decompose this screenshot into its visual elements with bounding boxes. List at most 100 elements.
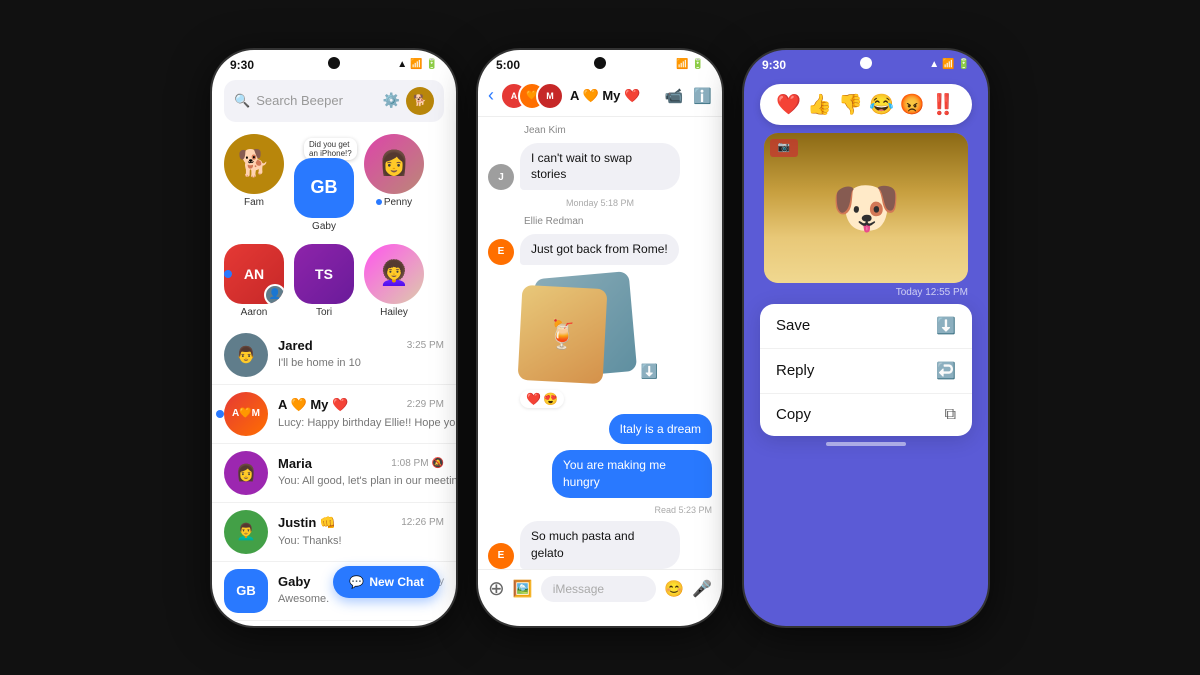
copy-icon: ⧉ <box>945 406 956 424</box>
context-menu: Save ⬇️ Reply ↩️ Copy ⧉ <box>760 304 972 436</box>
chat-preview-maria: You: All good, let's plan in our meeting… <box>278 475 458 487</box>
phone-3: 9:30 ▲ 📶 🔋 ❤️ 👍 👎 😂 😡 ‼️ 🐶 📷 Today 12:55… <box>742 48 990 628</box>
settings-icon[interactable]: ⚙️ <box>383 92 400 109</box>
reaction-laugh[interactable]: 😂 <box>869 92 894 117</box>
story-hailey[interactable]: 👩‍🦱 Hailey <box>364 244 424 318</box>
bubble-ellie-1: Just got back from Rome! <box>520 234 679 265</box>
status-bar-2: 5:00 📶 🔋 <box>478 50 722 76</box>
message-input[interactable]: iMessage <box>541 576 656 602</box>
sender-name-jean: Jean Kim <box>488 125 712 136</box>
chat-info-maria: Maria 1:08 PM 🔕 You: All good, let's pla… <box>278 456 444 489</box>
search-icon: 🔍 <box>234 93 250 109</box>
phone-1: 9:30 ▲ 📶 🔋 🔍 Search Beeper ⚙️ 🐕 🐕 Fam Di… <box>210 48 458 628</box>
bubble-ellie-2: So much pasta and gelato <box>520 521 680 569</box>
chat-item-amy[interactable]: A🧡M A 🧡 My ❤️ 2:29 PM Lucy: Happy birthd… <box>212 385 456 444</box>
menu-item-reply[interactable]: Reply ↩️ <box>760 349 972 394</box>
search-bar[interactable]: 🔍 Search Beeper ⚙️ 🐕 <box>224 80 444 122</box>
chat-time-justin: 12:26 PM <box>401 517 444 528</box>
camera-notch-1 <box>328 57 340 69</box>
reply-icon: ↩️ <box>936 361 956 381</box>
dog-photo: 🐶 📷 <box>764 133 968 283</box>
sticker-icon[interactable]: 🖼️ <box>513 579 533 599</box>
story-gaby[interactable]: Did you getan iPhone!? GB Gaby <box>294 158 354 232</box>
photo-tag: 📷 <box>770 139 798 157</box>
bubble-right-2: You are making me hungry <box>552 450 712 498</box>
conv-avatars: A 🧡 M <box>500 82 560 110</box>
image-group: 🏙️ 🍹 ⬇️ <box>520 275 660 384</box>
story-label-fam: Fam <box>244 197 264 208</box>
camera-notch-2 <box>594 57 606 69</box>
msg-row-ellie-2: E So much pasta and gelato <box>488 521 712 569</box>
new-chat-label: New Chat <box>369 575 424 589</box>
chat-info-amy: A 🧡 My ❤️ 2:29 PM Lucy: Happy birthday E… <box>278 397 444 431</box>
chat-item-justin[interactable]: 👨‍🦱 Justin 👊 12:26 PM You: Thanks! <box>212 503 456 562</box>
chat-time-amy: 2:29 PM <box>407 399 444 410</box>
story-label-hailey: Hailey <box>380 307 408 318</box>
chat-info-jared: Jared 3:25 PM I'll be home in 10 <box>278 338 444 371</box>
menu-item-copy[interactable]: Copy ⧉ <box>760 394 972 436</box>
info-icon[interactable]: ℹ️ <box>693 87 712 105</box>
status-icons-1: ▲ 📶 🔋 <box>397 59 438 70</box>
sender-name-ellie: Ellie Redman <box>488 216 712 227</box>
story-tori[interactable]: TS Tori <box>294 244 354 318</box>
time-1: 9:30 <box>230 58 254 72</box>
reaction-angry[interactable]: 😡 <box>900 92 925 117</box>
chat-preview-gaby: Awesome. <box>278 593 329 605</box>
reaction-overlay: ❤️😍 <box>520 390 564 408</box>
msg-avatar-ellie-2: E <box>488 543 514 569</box>
story-label-penny: Penny <box>384 197 412 208</box>
msg-avatar-jean: J <box>488 164 514 190</box>
user-avatar-small[interactable]: 🐕 <box>406 87 434 115</box>
menu-item-save[interactable]: Save ⬇️ <box>760 304 972 349</box>
save-icon: ⬇️ <box>936 316 956 336</box>
messages-area: Jean Kim J I can't wait to swap stories … <box>478 117 722 577</box>
chat-name-gaby: Gaby <box>278 574 311 589</box>
conv-action-icons: 📹 ℹ️ <box>665 87 712 105</box>
chat-time-jared: 3:25 PM <box>407 340 444 351</box>
story-aaron[interactable]: AN 👤 Aaron <box>224 244 284 318</box>
chat-avatar-amy: A🧡M <box>224 392 268 436</box>
msg-row-right-2: You are making me hungry <box>488 450 712 498</box>
reaction-exclaim[interactable]: ‼️ <box>931 92 956 117</box>
add-icon[interactable]: ⊕ <box>488 576 505 601</box>
video-call-icon[interactable]: 📹 <box>665 87 684 105</box>
bubble-jean: I can't wait to swap stories <box>520 143 680 191</box>
chat-name-maria: Maria <box>278 456 312 471</box>
reaction-heart[interactable]: ❤️ <box>776 92 801 117</box>
imessage-placeholder: iMessage <box>553 582 604 596</box>
chat-item-jared[interactable]: 👨 Jared 3:25 PM I'll be home in 10 <box>212 326 456 385</box>
chat-item-adrienne[interactable]: AD Adrienne Omg, that looks so nice! <box>212 621 456 628</box>
reaction-bar[interactable]: ❤️ 👍 👎 😂 😡 ‼️ <box>760 84 972 125</box>
story-label-gaby: Gaby <box>312 221 336 232</box>
chat-name-amy: A 🧡 My ❤️ <box>278 397 348 413</box>
chat-item-maria[interactable]: 👩 Maria 1:08 PM 🔕 You: All good, let's p… <box>212 444 456 503</box>
unread-dot-amy <box>216 410 224 418</box>
download-icon[interactable]: ⬇️ <box>641 363 658 380</box>
story-fam[interactable]: 🐕 Fam <box>224 134 284 232</box>
status-icons-2: 📶 🔋 <box>676 59 704 70</box>
reaction-thumbsup[interactable]: 👍 <box>807 92 832 117</box>
story-penny[interactable]: 👩 Penny <box>364 134 424 232</box>
time-3: 9:30 <box>762 58 786 72</box>
home-indicator-3 <box>826 442 906 446</box>
reaction-thumbsdown[interactable]: 👎 <box>838 92 863 117</box>
camera-notch-3 <box>860 57 872 69</box>
back-button[interactable]: ‹ <box>488 85 494 106</box>
chat-preview-jared: I'll be home in 10 <box>278 357 361 369</box>
emoji-icon[interactable]: 😊 <box>664 579 684 599</box>
time-2: 5:00 <box>496 58 520 72</box>
photo-timestamp: Today 12:55 PM <box>744 287 988 298</box>
mic-icon[interactable]: 🎤 <box>692 579 712 599</box>
reply-label: Reply <box>776 362 814 379</box>
new-chat-icon: 💬 <box>349 575 364 589</box>
chat-avatar-gaby: GB <box>224 569 268 613</box>
status-icons-3: ▲ 📶 🔋 <box>929 59 970 70</box>
chat-name-justin: Justin 👊 <box>278 515 336 531</box>
story-row-1: 🐕 Fam Did you getan iPhone!? GB Gaby 👩 P… <box>212 130 456 240</box>
new-chat-button[interactable]: 💬 New Chat <box>333 566 440 598</box>
conv-header: ‹ A 🧡 M A 🧡 My ❤️ 📹 ℹ️ <box>478 76 722 117</box>
msg-row-right-1: Italy is a dream <box>488 414 712 445</box>
chat-preview-justin: You: Thanks! <box>278 535 342 547</box>
dog-image: 🐶 <box>831 175 901 241</box>
chat-info-justin: Justin 👊 12:26 PM You: Thanks! <box>278 515 444 549</box>
